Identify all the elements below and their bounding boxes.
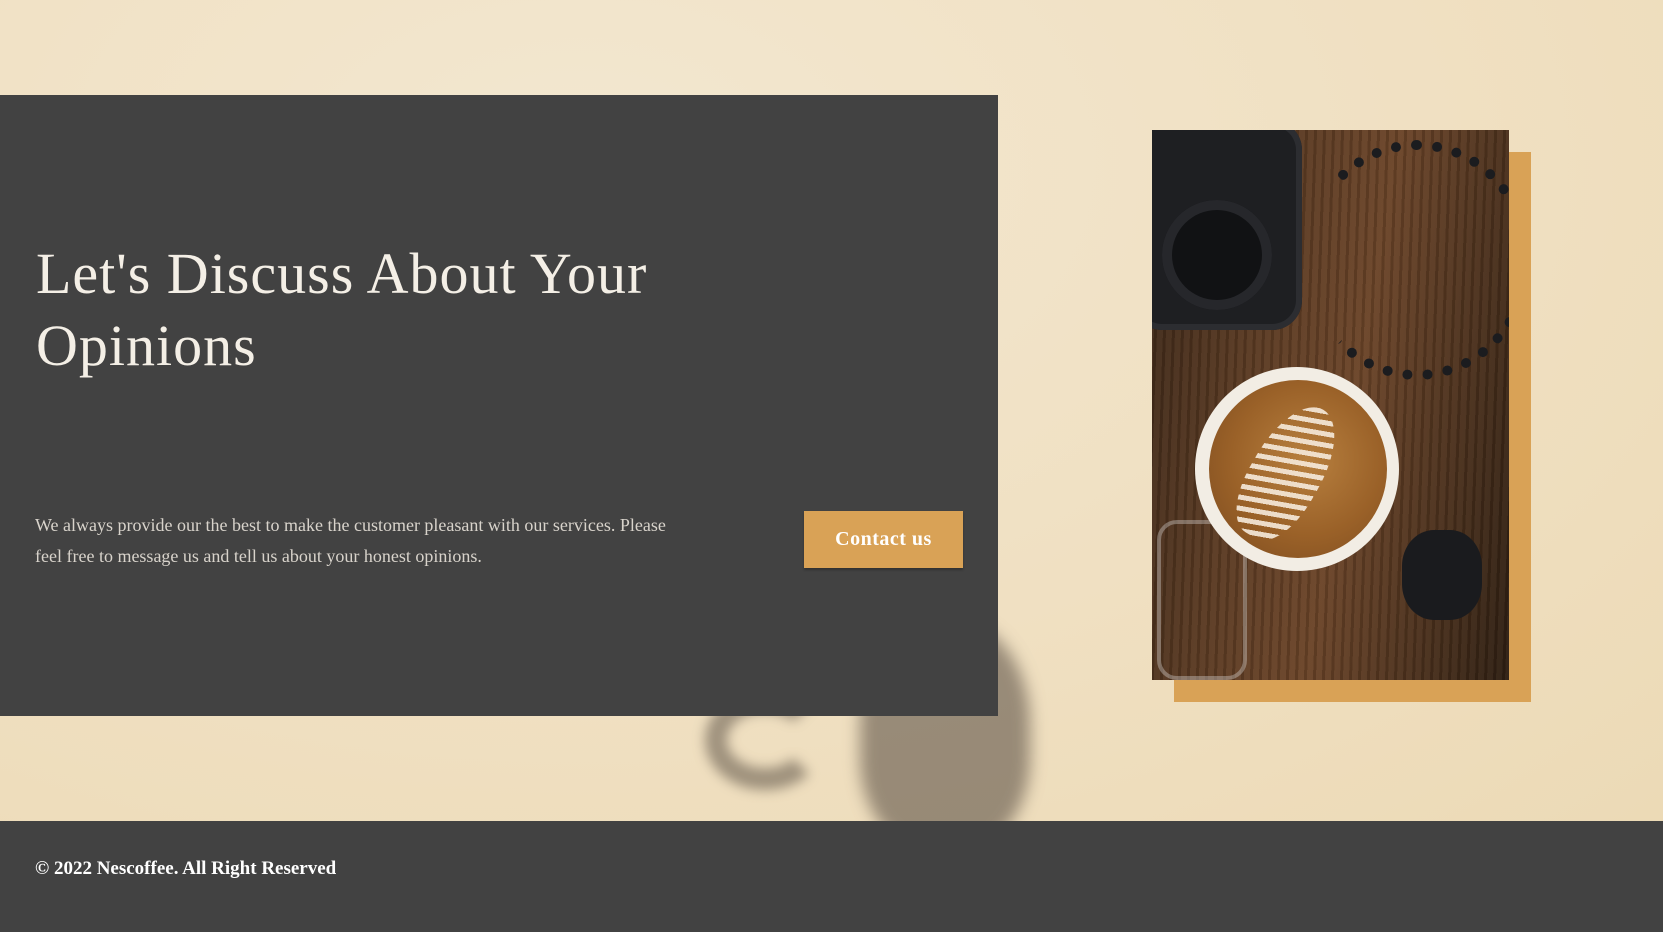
content-panel: Let's Discuss About Your Opinions We alw…: [0, 95, 998, 716]
footer: © 2022 Nescoffee. All Right Reserved: [0, 821, 1663, 932]
phone-receiver: [1402, 530, 1482, 620]
hero-description: We always provide our the best to make t…: [35, 515, 666, 566]
contact-us-button[interactable]: Contact us: [804, 511, 963, 568]
hero-section: Let's Discuss About Your Opinions We alw…: [0, 0, 1663, 821]
copyright-text: © 2022 Nescoffee. All Right Reserved: [35, 858, 337, 879]
phone-dial: [1162, 200, 1272, 310]
coffee-photo: [1152, 130, 1509, 680]
page-title: Let's Discuss About Your Opinions: [36, 241, 648, 378]
